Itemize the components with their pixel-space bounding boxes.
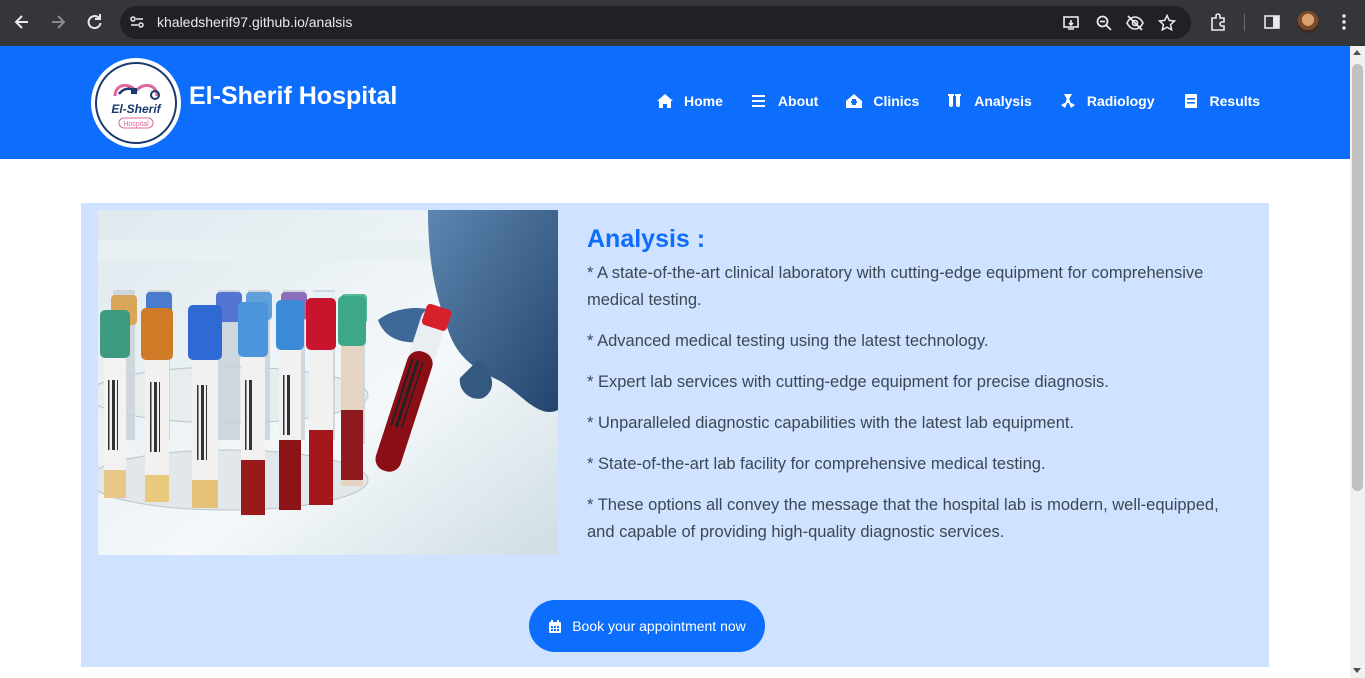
radiation-icon xyxy=(1060,94,1075,108)
nav-label: Clinics xyxy=(873,93,920,109)
analysis-point: * Expert lab services with cutting-edge … xyxy=(587,373,1109,391)
nav-label: Home xyxy=(684,93,723,109)
star-icon[interactable] xyxy=(1158,14,1176,32)
analysis-content: Analysis : * A state-of-the-art clinical… xyxy=(587,225,1247,560)
reload-icon[interactable] xyxy=(83,11,105,33)
nav-results[interactable]: Results xyxy=(1182,93,1261,109)
kebab-menu-icon[interactable] xyxy=(1334,12,1354,32)
browser-toolbar: khaledsherif97.github.io/analsis xyxy=(0,0,1365,46)
file-icon xyxy=(1184,94,1197,108)
scroll-up-arrow-icon[interactable] xyxy=(1353,50,1361,55)
book-appointment-button[interactable]: Book your appointment now xyxy=(529,600,765,652)
scrollbar-thumb[interactable] xyxy=(1352,64,1363,491)
analysis-card: Analysis : * A state-of-the-art clinical… xyxy=(81,203,1269,667)
home-icon xyxy=(657,94,673,108)
clinic-icon xyxy=(846,94,863,108)
install-app-icon[interactable] xyxy=(1062,14,1080,32)
test-tubes-icon xyxy=(948,94,962,107)
section-title: Analysis : xyxy=(587,225,706,253)
logo-subtext: Hospital xyxy=(123,121,149,128)
nav-clinics[interactable]: Clinics xyxy=(845,93,919,109)
analysis-point: * Unparalleled diagnostic capabilities w… xyxy=(587,414,1075,432)
address-bar[interactable]: khaledsherif97.github.io/analsis xyxy=(120,6,1191,39)
nav-analysis[interactable]: Analysis xyxy=(946,93,1032,109)
lab-tubes-image xyxy=(98,210,558,555)
bars-icon xyxy=(751,95,765,107)
site-settings-icon[interactable] xyxy=(129,14,145,30)
vertical-scrollbar[interactable] xyxy=(1350,46,1365,678)
page-viewport: El-Sherif Hospital El-Sherif Hospital Ho… xyxy=(0,46,1350,678)
brand-title[interactable]: El-Sherif Hospital xyxy=(189,82,397,111)
scroll-down-arrow-icon[interactable] xyxy=(1353,668,1361,673)
calendar-icon xyxy=(549,619,562,633)
zoom-icon[interactable] xyxy=(1095,14,1113,32)
eye-off-icon[interactable] xyxy=(1126,14,1144,32)
main-nav: Home About Clinics Analysis Radiology Re… xyxy=(656,93,1287,109)
url-text[interactable]: khaledsherif97.github.io/analsis xyxy=(157,14,352,30)
analysis-point: * A state-of-the-art clinical laboratory… xyxy=(587,264,1204,309)
nav-label: Analysis xyxy=(974,93,1032,109)
toolbar-divider xyxy=(1244,14,1245,31)
nav-home[interactable]: Home xyxy=(656,93,723,109)
side-panel-icon[interactable] xyxy=(1262,12,1282,32)
nav-label: Radiology xyxy=(1086,93,1155,109)
analysis-point: * These options all convey the message t… xyxy=(587,496,1219,541)
analysis-point: * State-of-the-art lab facility for comp… xyxy=(587,455,1046,473)
book-button-label: Book your appointment now xyxy=(572,618,746,634)
nav-label: About xyxy=(777,93,819,109)
profile-avatar[interactable] xyxy=(1297,11,1319,33)
hospital-logo[interactable]: El-Sherif Hospital xyxy=(91,58,181,148)
nav-about[interactable]: About xyxy=(750,93,818,109)
back-arrow-icon[interactable] xyxy=(11,11,33,33)
nav-radiology[interactable]: Radiology xyxy=(1059,93,1155,109)
forward-arrow-icon[interactable] xyxy=(47,11,69,33)
logo-text: El-Sherif xyxy=(111,102,161,116)
nav-label: Results xyxy=(1209,93,1261,109)
analysis-point: * Advanced medical testing using the lat… xyxy=(587,332,989,350)
extensions-icon[interactable] xyxy=(1208,12,1228,32)
site-header: El-Sherif Hospital El-Sherif Hospital Ho… xyxy=(0,46,1350,159)
